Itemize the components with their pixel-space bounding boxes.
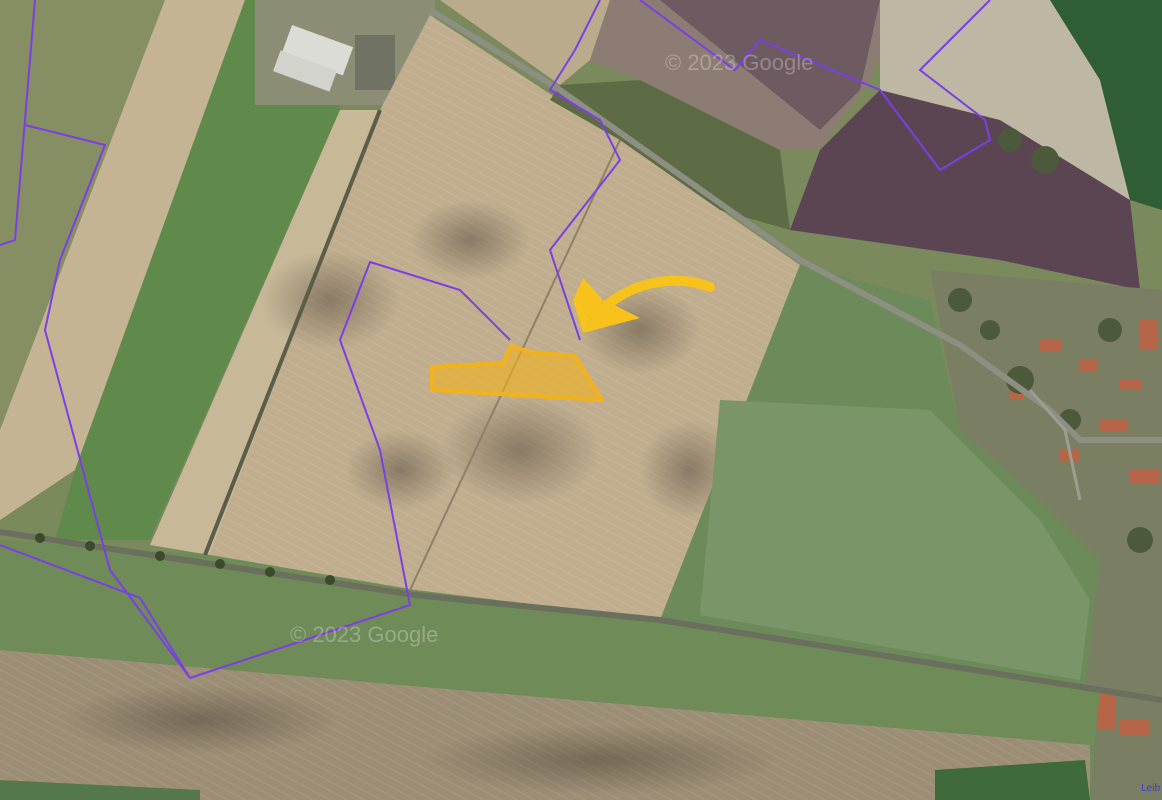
- place-label: Leib: [1141, 783, 1160, 794]
- satellite-map[interactable]: © 2023 Google © 2023 Google Leib: [0, 0, 1162, 800]
- map-imagery: [0, 0, 1162, 800]
